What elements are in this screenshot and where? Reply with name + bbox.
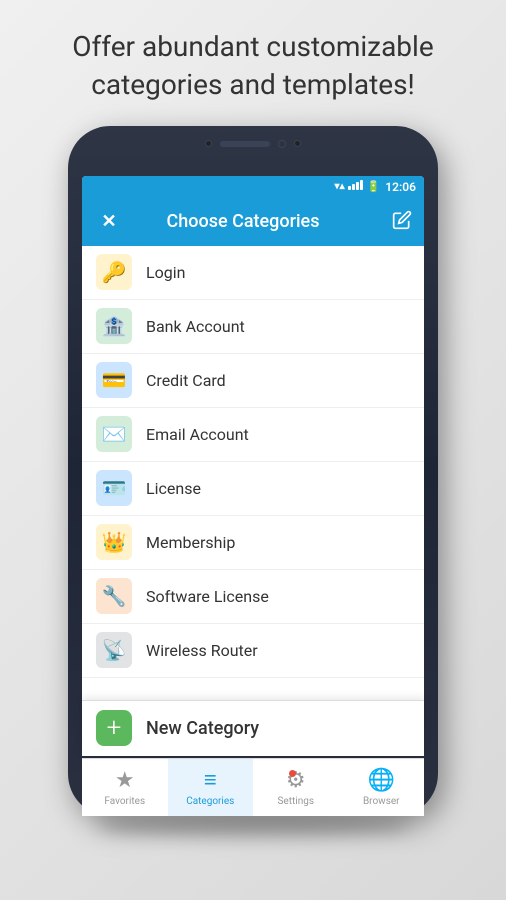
battery-icon: 🔋 bbox=[367, 180, 381, 193]
category-item-email[interactable]: ✉️ Email Account bbox=[82, 408, 424, 462]
phone-mockup: ▾▴ 🔋 12:06 bbox=[68, 126, 438, 826]
category-item-bank[interactable]: 🏦 Bank Account bbox=[82, 300, 424, 354]
status-bar-right: ▾▴ 🔋 12:06 bbox=[335, 180, 416, 194]
nav-icon-browser: 🌐 bbox=[368, 768, 395, 793]
header-bar: ✕ Choose Categories bbox=[82, 198, 424, 246]
nav-item-favorites[interactable]: ★ Favorites bbox=[82, 759, 168, 816]
phone-top-area bbox=[205, 140, 301, 148]
category-label-software: Software License bbox=[146, 587, 269, 606]
new-category-bar[interactable]: + New Category bbox=[82, 700, 424, 756]
bottom-nav: ★ Favorites ≡ Categories ⚙ Settings 🌐 Br… bbox=[82, 758, 424, 816]
category-icon-email: ✉️ bbox=[96, 416, 132, 452]
nav-icon-favorites: ★ bbox=[115, 768, 135, 793]
category-label-license: License bbox=[146, 479, 201, 498]
nav-item-categories[interactable]: ≡ Categories bbox=[168, 759, 254, 816]
nav-item-settings[interactable]: ⚙ Settings bbox=[253, 759, 339, 816]
category-icon-license: 🪪 bbox=[96, 470, 132, 506]
category-list: 🔑 Login 🏦 Bank Account 💳 Credit Card ✉️ … bbox=[82, 246, 424, 756]
tagline-text: Offer abundant customizable categories a… bbox=[0, 0, 506, 122]
category-icon-credit: 💳 bbox=[96, 362, 132, 398]
sensor-dot bbox=[278, 140, 286, 148]
phone-shell: ▾▴ 🔋 12:06 bbox=[68, 126, 438, 816]
time-display: 12:06 bbox=[385, 180, 416, 194]
nav-label-browser: Browser bbox=[363, 796, 400, 807]
category-icon-login: 🔑 bbox=[96, 254, 132, 290]
page-background: Offer abundant customizable categories a… bbox=[0, 0, 506, 900]
nav-item-browser[interactable]: 🌐 Browser bbox=[339, 759, 425, 816]
phone-screen: ▾▴ 🔋 12:06 bbox=[82, 176, 424, 756]
nav-label-settings: Settings bbox=[277, 796, 314, 807]
wifi-icon: ▾▴ bbox=[335, 181, 345, 192]
phone-shadow bbox=[98, 816, 408, 836]
category-icon-membership: 👑 bbox=[96, 524, 132, 560]
signal-icon bbox=[348, 180, 364, 193]
sensor-dot2 bbox=[294, 140, 301, 147]
category-label-wireless: Wireless Router bbox=[146, 641, 258, 660]
category-item-license[interactable]: 🪪 License bbox=[82, 462, 424, 516]
nav-icon-categories: ≡ bbox=[204, 768, 217, 793]
category-icon-software: 🔧 bbox=[96, 578, 132, 614]
category-label-login: Login bbox=[146, 263, 185, 282]
category-icon-bank: 🏦 bbox=[96, 308, 132, 344]
status-bar: ▾▴ 🔋 12:06 bbox=[82, 176, 424, 198]
category-item-membership[interactable]: 👑 Membership bbox=[82, 516, 424, 570]
category-item-credit[interactable]: 💳 Credit Card bbox=[82, 354, 424, 408]
close-button[interactable]: ✕ bbox=[94, 211, 124, 232]
category-label-bank: Bank Account bbox=[146, 317, 245, 336]
category-icon-wireless: 📡 bbox=[96, 632, 132, 668]
header-title: Choose Categories bbox=[124, 211, 362, 232]
category-item-wireless[interactable]: 📡 Wireless Router bbox=[82, 624, 424, 678]
new-category-plus-icon: + bbox=[96, 710, 132, 746]
nav-label-categories: Categories bbox=[186, 796, 234, 807]
category-item-software[interactable]: 🔧 Software License bbox=[82, 570, 424, 624]
category-item-login[interactable]: 🔑 Login bbox=[82, 246, 424, 300]
category-label-membership: Membership bbox=[146, 533, 235, 552]
speaker-slot bbox=[220, 141, 270, 147]
nav-label-favorites: Favorites bbox=[104, 796, 145, 807]
new-category-label: New Category bbox=[146, 718, 259, 739]
edit-button[interactable] bbox=[392, 210, 412, 234]
category-label-email: Email Account bbox=[146, 425, 249, 444]
camera-dot bbox=[205, 140, 212, 147]
category-label-credit: Credit Card bbox=[146, 371, 226, 390]
